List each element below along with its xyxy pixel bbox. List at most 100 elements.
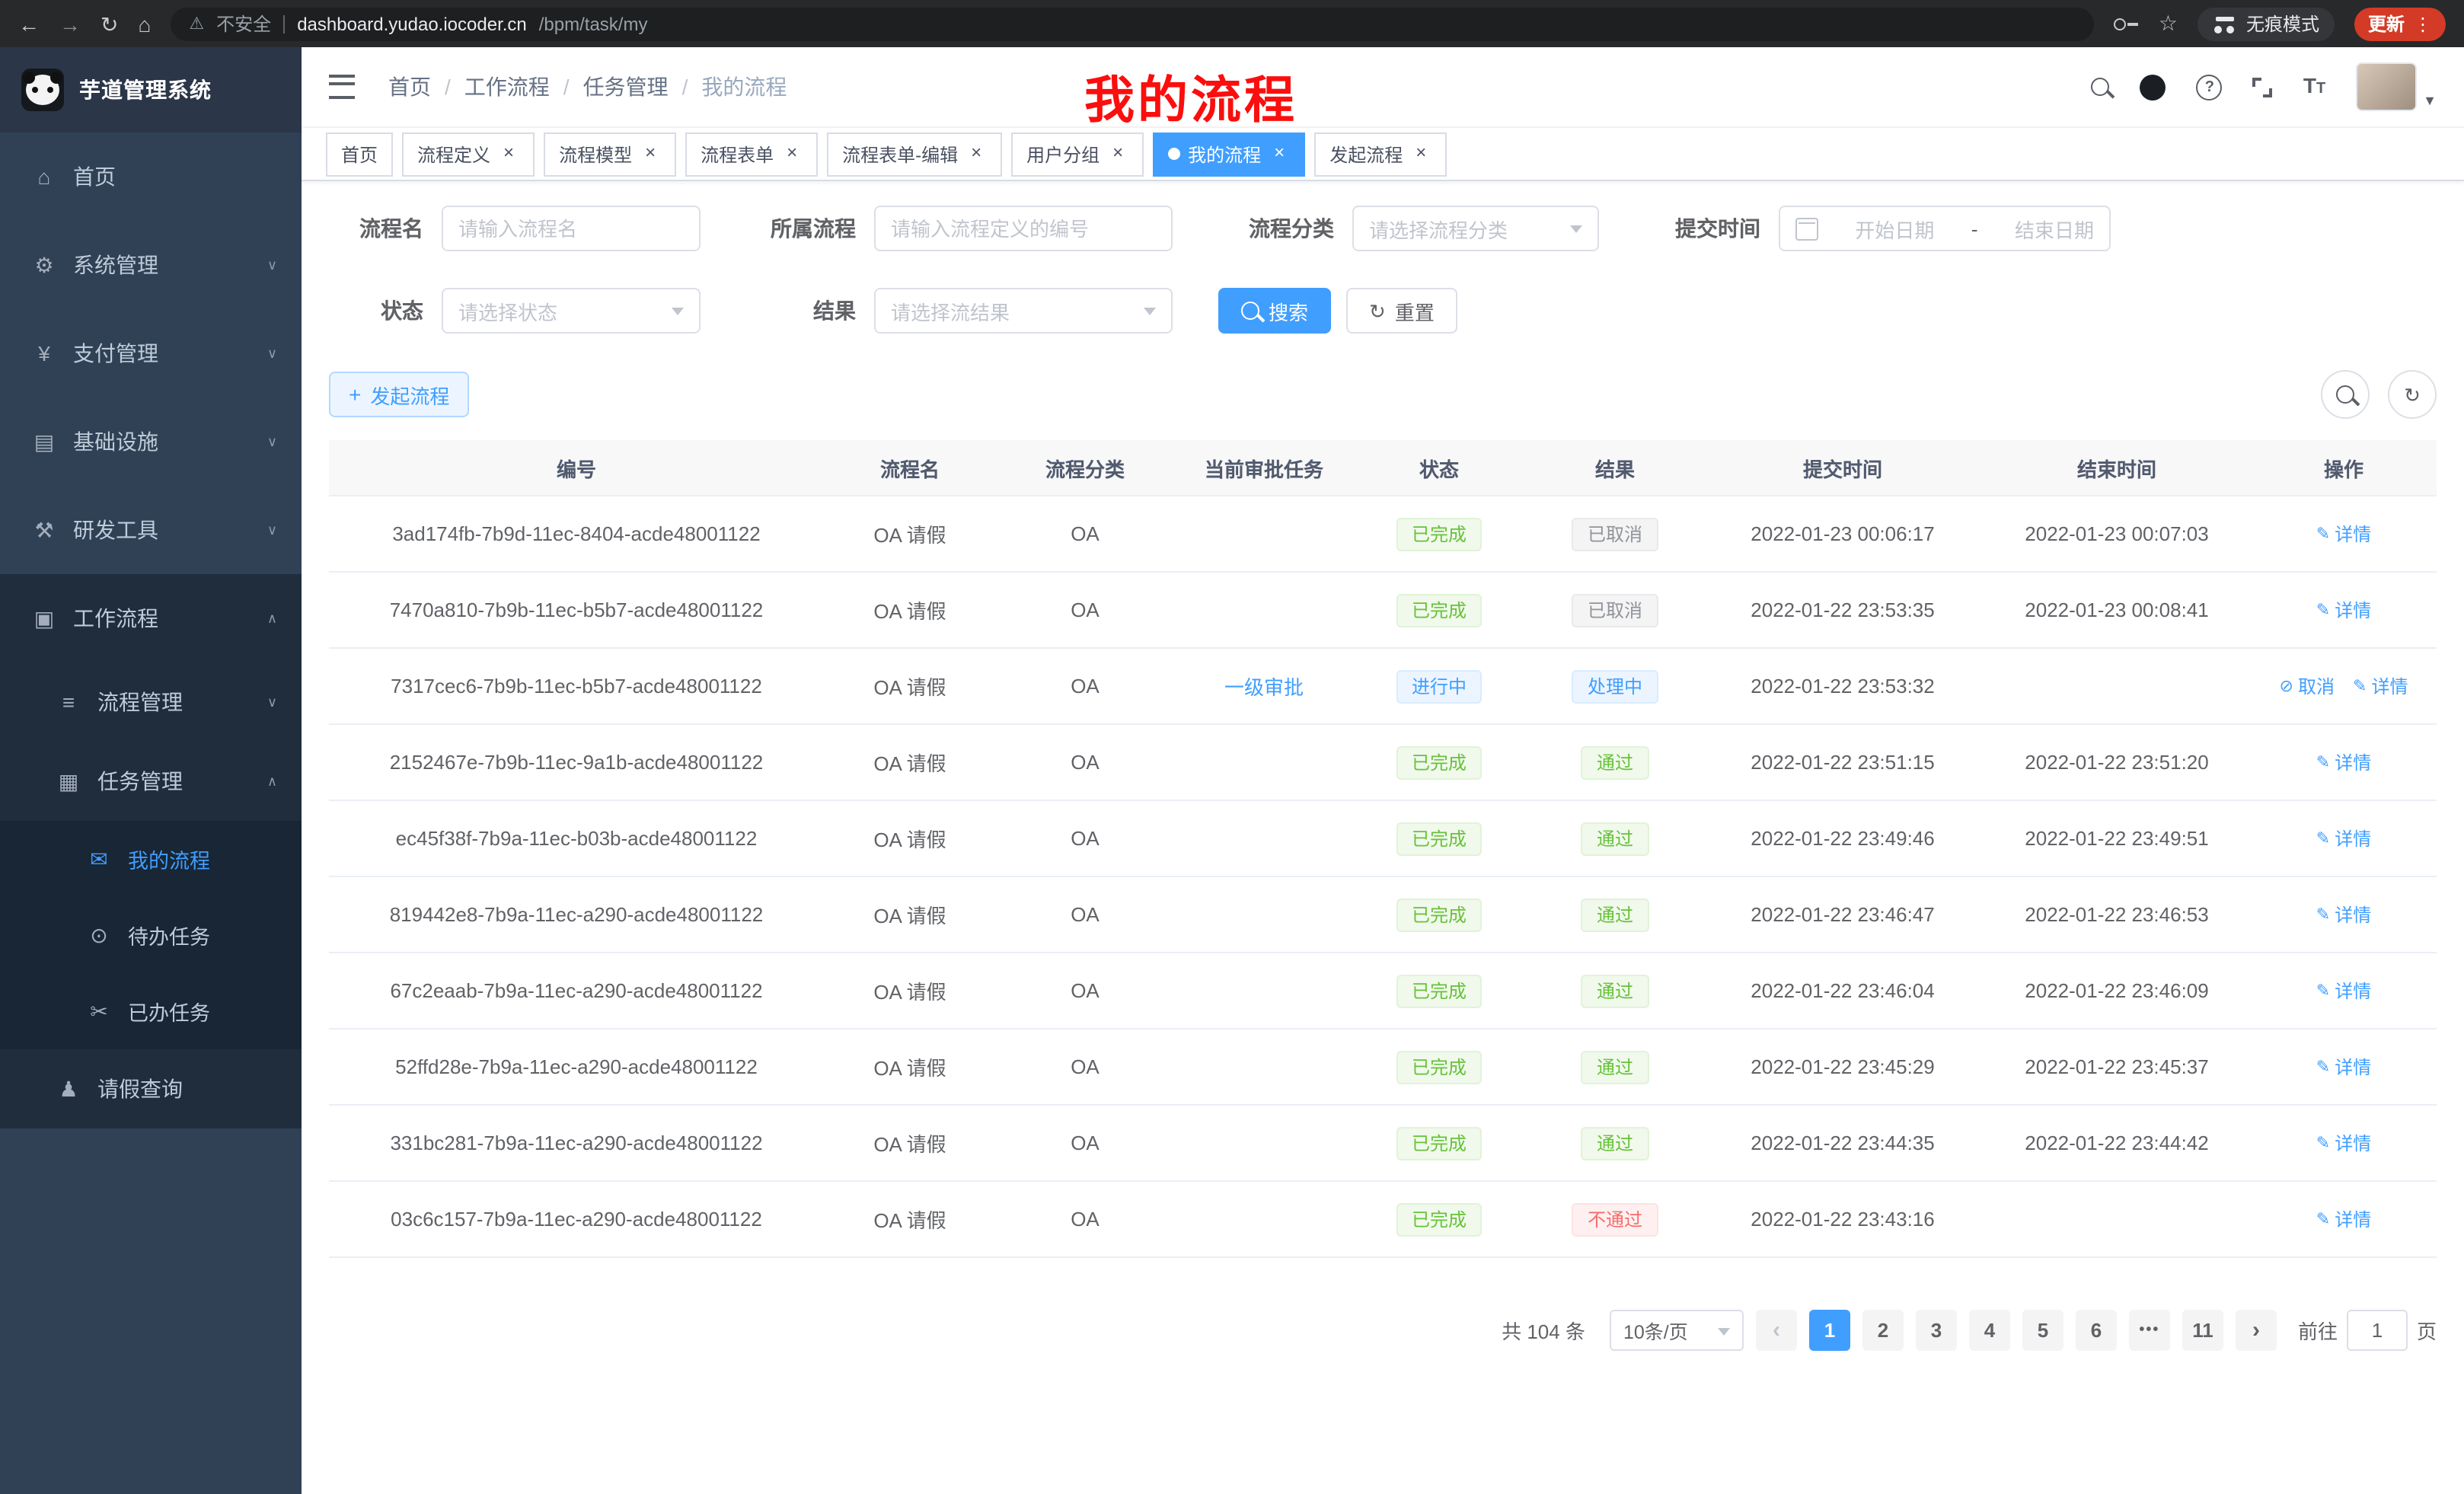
close-icon[interactable]: ×: [1107, 143, 1128, 164]
browser-back-icon[interactable]: ←: [18, 13, 40, 34]
table-row: ec45f38f-7b9a-11ec-b03b-acde48001122OA 请…: [329, 801, 2437, 877]
page-size-value: 10条/页: [1623, 1316, 1688, 1345]
filter-process-name: 流程名: [329, 206, 701, 251]
tab-home[interactable]: 首页: [326, 132, 393, 176]
browser-reload-icon[interactable]: ↻: [101, 13, 118, 34]
detail-button[interactable]: ✎详情: [2316, 978, 2371, 1004]
detail-button[interactable]: ✎详情: [2316, 825, 2371, 851]
font-size-icon[interactable]: TT: [2303, 73, 2325, 101]
end-time: 2022-01-22 23:46:53: [1980, 903, 2254, 926]
page-button-11[interactable]: 11: [2182, 1310, 2223, 1351]
page-button-4[interactable]: 4: [1969, 1310, 2010, 1351]
sidebar-item-workflow[interactable]: ▣工作流程∧: [0, 574, 302, 662]
process-name-input[interactable]: [442, 206, 701, 251]
search-icon[interactable]: [2092, 78, 2110, 96]
github-icon[interactable]: [2140, 74, 2166, 100]
category-select[interactable]: 请选择流程分类: [1352, 206, 1599, 251]
status-cell: 进行中: [1354, 669, 1524, 703]
page-ellipsis[interactable]: •••: [2129, 1310, 2170, 1351]
page-size-select[interactable]: 10条/页: [1610, 1310, 1744, 1351]
close-icon[interactable]: ×: [640, 143, 661, 164]
page-button-6[interactable]: 6: [2076, 1310, 2117, 1351]
page-button-2[interactable]: 2: [1862, 1310, 1904, 1351]
chevron-down-icon: ∨: [267, 433, 277, 450]
sidebar-item-process-mgmt[interactable]: ≡流程管理∨: [0, 662, 302, 742]
close-icon[interactable]: ×: [781, 143, 803, 164]
tab-start-process[interactable]: 发起流程×: [1314, 132, 1447, 176]
browser-home-icon[interactable]: ⌂: [138, 13, 151, 34]
sidebar-item-done-tasks[interactable]: ✂已办任务: [0, 973, 302, 1049]
detail-button[interactable]: ✎详情: [2316, 521, 2371, 547]
sidebar-item-payment[interactable]: ¥支付管理∨: [0, 309, 302, 397]
hamburger-icon[interactable]: [329, 75, 355, 99]
status-select[interactable]: 请选择状态: [442, 288, 701, 334]
user-avatar[interactable]: ▼: [2356, 62, 2437, 111]
password-key-icon[interactable]: [2115, 17, 2139, 30]
status-badge: 已完成: [1396, 822, 1482, 855]
submit-time: 2022-01-22 23:46:47: [1706, 903, 1980, 926]
goto-page-input[interactable]: [2347, 1310, 2408, 1351]
detail-button[interactable]: ✎详情: [2316, 597, 2371, 623]
tab-my-process[interactable]: 我的流程×: [1153, 132, 1305, 176]
yen-icon: ¥: [30, 341, 58, 366]
sidebar-item-todo-tasks[interactable]: ⊙待办任务: [0, 897, 302, 973]
breadcrumb-item[interactable]: 首页: [388, 72, 431, 102]
category-placeholder: 请选择流程分类: [1369, 214, 1508, 243]
detail-button[interactable]: ✎详情: [2353, 673, 2408, 699]
chevron-down-icon: [672, 308, 684, 321]
tab-process-definition[interactable]: 流程定义×: [402, 132, 535, 176]
browser-update-button[interactable]: 更新 ⋮: [2354, 7, 2446, 40]
chevron-down-icon: ∨: [267, 694, 277, 710]
help-icon[interactable]: ?: [2197, 74, 2223, 100]
result-select[interactable]: 请选择流结果: [874, 288, 1173, 334]
refresh-icon: ↻: [2404, 385, 2421, 404]
sidebar-item-task-mgmt[interactable]: ▦任务管理∧: [0, 742, 302, 821]
result-cell: 通过: [1524, 1050, 1706, 1084]
refresh-table-button[interactable]: ↻: [2388, 370, 2437, 419]
navbar: 首页/工作流程/任务管理/我的流程 我的流程 ? TT ▼: [302, 47, 2464, 128]
search-button[interactable]: 搜索: [1218, 288, 1331, 334]
sidebar-item-home[interactable]: ⌂首页: [0, 132, 302, 221]
cancel-button[interactable]: ⊘取消: [2280, 673, 2335, 699]
breadcrumb-item[interactable]: 工作流程: [464, 72, 550, 102]
page-button-1[interactable]: 1: [1809, 1310, 1850, 1351]
tab-process-form-edit[interactable]: 流程表单-编辑×: [827, 132, 1002, 176]
detail-button[interactable]: ✎详情: [2316, 749, 2371, 775]
bookmark-star-icon[interactable]: ☆: [2159, 11, 2178, 37]
sidebar-item-devtools[interactable]: ⚒研发工具∨: [0, 486, 302, 574]
prev-page-button[interactable]: ‹: [1756, 1310, 1797, 1351]
toggle-search-button[interactable]: [2321, 370, 2370, 419]
table-row: 52ffd28e-7b9a-11ec-a290-acde48001122OA 请…: [329, 1030, 2437, 1106]
next-page-button[interactable]: ›: [2236, 1310, 2277, 1351]
current-task-link[interactable]: 一级审批: [1224, 676, 1304, 699]
reset-button[interactable]: ↻ 重置: [1346, 288, 1457, 334]
row-actions: ✎详情: [2254, 902, 2434, 927]
tab-process-model[interactable]: 流程模型×: [544, 132, 676, 176]
tab-process-form[interactable]: 流程表单×: [685, 132, 818, 176]
browser-forward-icon[interactable]: →: [59, 13, 81, 34]
page-button-3[interactable]: 3: [1916, 1310, 1957, 1351]
start-process-button[interactable]: + 发起流程: [329, 372, 469, 417]
sidebar-item-my-process[interactable]: ✉我的流程: [0, 821, 302, 897]
process-def-input[interactable]: [874, 206, 1173, 251]
fullscreen-icon[interactable]: [2253, 77, 2273, 97]
page-button-5[interactable]: 5: [2022, 1310, 2063, 1351]
sidebar-item-system[interactable]: ⚙系统管理∨: [0, 221, 302, 309]
breadcrumb-item[interactable]: 任务管理: [583, 72, 669, 102]
detail-button[interactable]: ✎详情: [2316, 1054, 2371, 1080]
close-icon[interactable]: ×: [1269, 143, 1290, 164]
url-divider: [283, 14, 285, 33]
close-icon[interactable]: ×: [1410, 143, 1431, 164]
submit-time: 2022-01-22 23:45:29: [1706, 1055, 1980, 1078]
address-bar[interactable]: ⚠ 不安全 dashboard.yudao.iocoder.cn /bpm/ta…: [171, 7, 2094, 40]
detail-button[interactable]: ✎详情: [2316, 1206, 2371, 1232]
detail-button[interactable]: ✎详情: [2316, 902, 2371, 927]
sidebar-item-leave-query[interactable]: ♟请假查询: [0, 1049, 302, 1128]
detail-button[interactable]: ✎详情: [2316, 1130, 2371, 1156]
close-icon[interactable]: ×: [965, 143, 987, 164]
sidebar-item-infrastructure[interactable]: ▤基础设施∨: [0, 397, 302, 486]
date-range-picker[interactable]: 开始日期 - 结束日期: [1779, 206, 2111, 251]
tab-user-group[interactable]: 用户分组×: [1011, 132, 1144, 176]
browser-menu-icon[interactable]: ⋮: [2414, 13, 2432, 34]
close-icon[interactable]: ×: [498, 143, 519, 164]
